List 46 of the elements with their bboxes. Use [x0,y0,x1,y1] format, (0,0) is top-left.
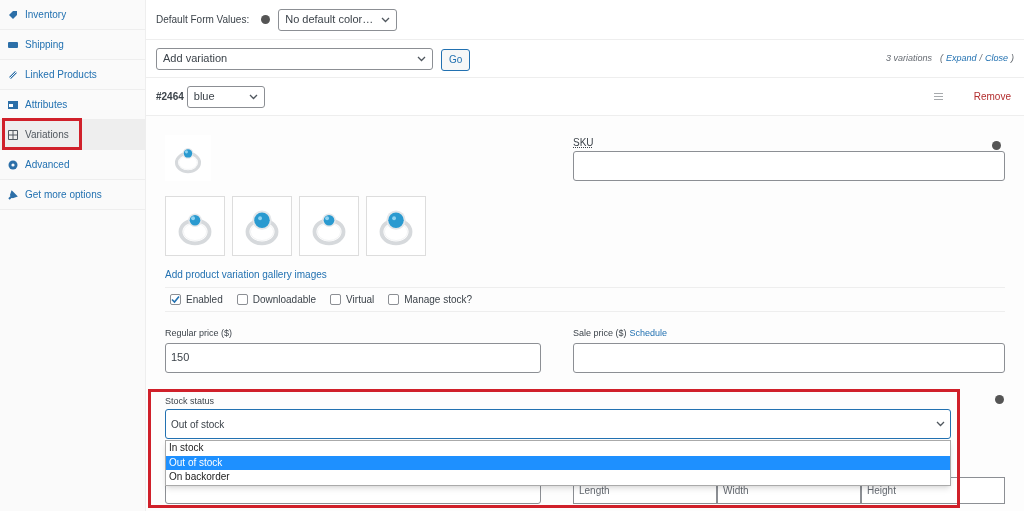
sidebar-item[interactable]: Shipping [0,30,145,60]
dropdown-option[interactable]: In stock [166,441,950,456]
checkbox[interactable]: Enabled [170,292,223,307]
field-label: SKU [573,136,594,150]
chevron-icon [248,93,258,100]
default-color-select[interactable]: No default color… [278,8,398,31]
drag-handle-icon[interactable] [933,93,943,100]
add-variation-select[interactable]: Add variation [156,47,433,70]
parenthesis-text: ( [939,51,943,65]
regular-price-field[interactable]: 150 [165,342,541,373]
go-button[interactable]: Go [441,48,471,71]
sidebar-item[interactable]: Advanced [0,150,145,180]
help-icon [261,15,271,24]
field-label: Sale price ($) [573,327,627,340]
card-icon [7,98,19,111]
chevron-icon [417,55,426,62]
sidebar-item[interactable]: Get more options [0,180,145,210]
close-link[interactable]: Close [985,51,1008,66]
gallery-link[interactable]: Add product variation gallery images [165,267,541,282]
link-icon [7,68,19,81]
field-label: Stock status [165,394,215,408]
chevron-icon [381,16,391,23]
separator-text: / [979,51,982,65]
sale-price-field[interactable] [573,342,1005,373]
grid-icon [7,128,19,141]
field-label: Regular price ($) [165,327,234,340]
chevron-icon [936,421,945,427]
sku-field[interactable] [573,151,1005,181]
parenthesis-text: ) [1011,51,1014,65]
tag-icon [7,8,19,21]
variation-attribute-select[interactable]: blue [186,85,265,108]
stock-status-select[interactable]: Out of stock [165,409,951,439]
expand-link[interactable]: Expand [945,51,977,66]
checkbox[interactable]: Manage stock? [388,292,473,307]
checkbox[interactable]: Virtual [330,292,375,307]
sidebar-item[interactable]: Inventory [0,0,145,30]
variation-id: #2464 [156,90,184,104]
sidebar-item[interactable]: Variations [0,120,145,150]
sidebar-item[interactable]: Linked Products [0,60,145,90]
field-label: Default Form Values: [156,13,250,27]
remove-link[interactable]: Remove [973,89,1011,104]
schedule-link[interactable]: Schedule [629,327,668,341]
help-icon [992,141,1001,150]
variation-count: 3 variations [885,51,932,65]
help-icon [995,394,1004,404]
checkbox[interactable]: Downloadable [236,292,317,307]
